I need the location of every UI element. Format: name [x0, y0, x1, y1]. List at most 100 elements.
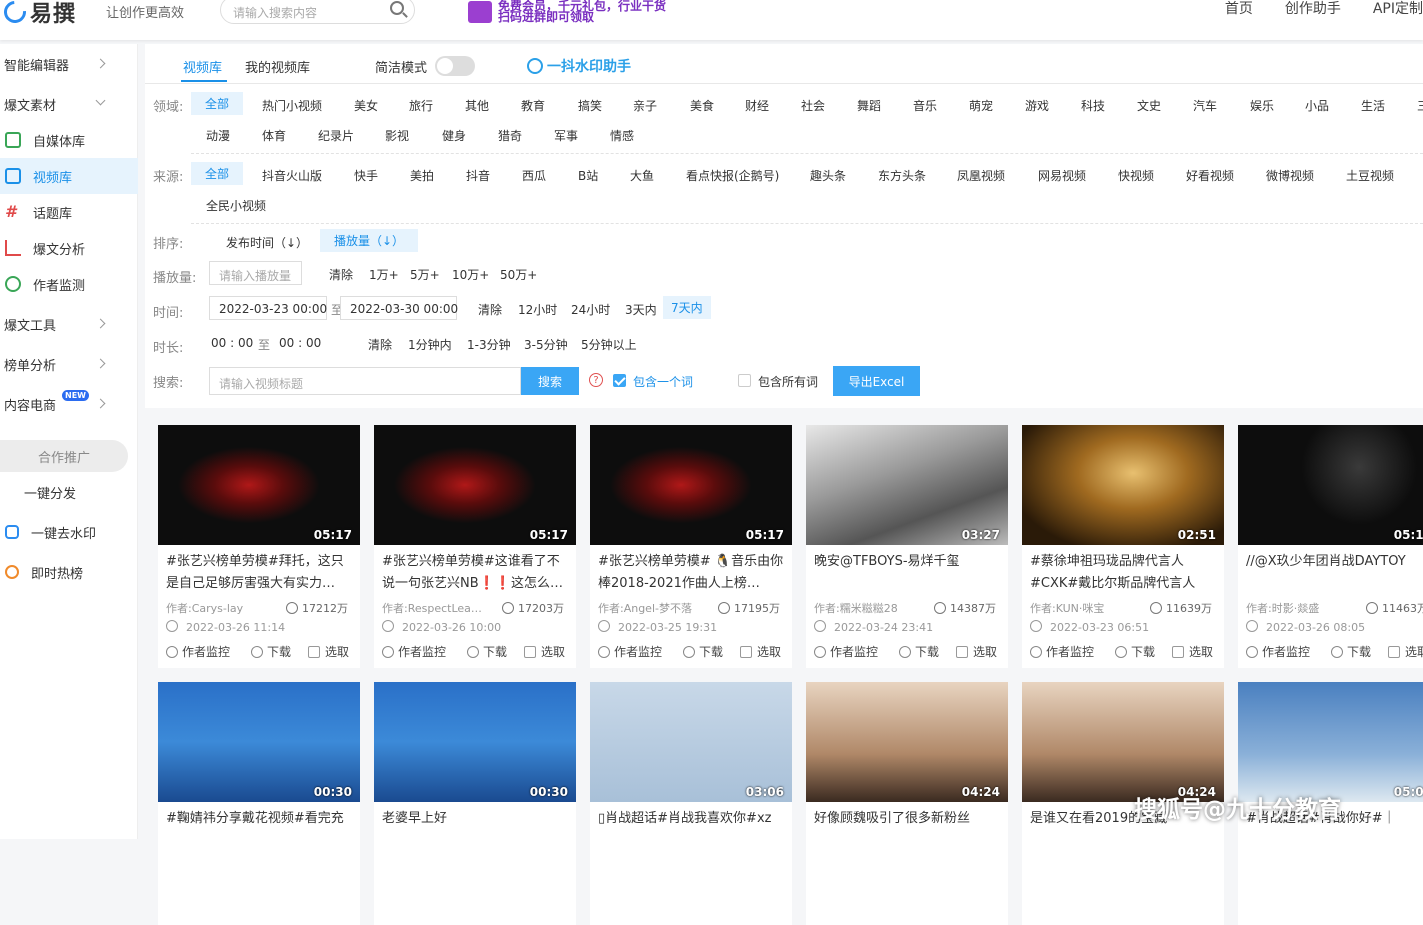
source-option[interactable]: 抖音 — [466, 167, 490, 184]
sidebar-item-topic-lib[interactable]: # 话题库 — [0, 194, 138, 230]
source-option[interactable]: B站 — [578, 167, 598, 184]
select-checkbox[interactable]: 选取 — [740, 643, 781, 660]
domain-option[interactable]: 亲子 — [633, 97, 657, 114]
video-thumbnail[interactable]: 04:24 — [1022, 682, 1224, 802]
domain-option[interactable]: 军事 — [554, 127, 578, 144]
sidebar-item-author-monitor[interactable]: 作者监测 — [0, 266, 138, 302]
video-title[interactable]: 晚安@TFBOYS-易烊千玺 — [814, 551, 1002, 595]
monitor-author-button[interactable]: 作者监控 — [1246, 643, 1310, 660]
source-option[interactable]: 土豆视频 — [1346, 167, 1394, 184]
domain-option[interactable]: 动漫 — [206, 127, 230, 144]
video-card[interactable]: 03:27 晚安@TFBOYS-易烊千玺 作者:糯米糍糍28 14387万 2022-0… — [806, 425, 1008, 668]
sidebar-item-content-ecommerce[interactable]: 内容电商 NEW — [0, 386, 138, 422]
domain-option[interactable]: 生活 — [1361, 97, 1385, 114]
include-one-checkbox[interactable] — [613, 374, 626, 387]
sidebar-item-hot-list[interactable]: 即时热榜 — [0, 554, 138, 590]
search-button[interactable]: 搜索 — [521, 367, 579, 395]
video-card[interactable]: 05:17 #张艺兴榜单劳模# 🐧音乐由你棒2018-2021作曲人上榜… 作者:A… — [590, 425, 792, 668]
domain-option[interactable]: 科技 — [1081, 97, 1105, 114]
video-thumbnail[interactable]: 05:01 — [1238, 682, 1423, 802]
sidebar-item-hot-tools[interactable]: 爆文工具 — [0, 306, 138, 342]
plays-clear[interactable]: 清除 — [329, 266, 353, 283]
source-option[interactable]: 大鱼 — [630, 167, 654, 184]
download-button[interactable]: 下载 — [1331, 643, 1371, 660]
domain-option[interactable]: 财经 — [745, 97, 769, 114]
source-option[interactable]: 网易视频 — [1038, 167, 1086, 184]
video-thumbnail[interactable]: 05:17 — [590, 425, 792, 545]
select-checkbox[interactable]: 选取 — [524, 643, 565, 660]
include-all-checkbox[interactable] — [738, 374, 751, 387]
time-end-input[interactable]: 2022-03-30 00:00 — [340, 296, 458, 320]
video-title[interactable]: #张艺兴榜单劳模#拜托，这只是自己足够厉害强大有实力… — [166, 551, 354, 595]
video-title[interactable]: //@X玖少年团肖战DAYTOY — [1246, 551, 1423, 595]
video-title[interactable]: #鞠婧祎分享戴花视频#看完充 — [166, 808, 354, 852]
video-card[interactable]: 05:17 //@X玖少年团肖战DAYTOY 作者:时影·燚盛 11463万 2022-… — [1238, 425, 1423, 668]
video-title[interactable]: ▯肖战超话#肖战我喜欢你#xz — [598, 808, 786, 852]
domain-option[interactable]: 三 — [1417, 97, 1423, 114]
sidebar-item-smart-editor[interactable]: 智能编辑器 — [0, 46, 138, 82]
domain-option[interactable]: 情感 — [610, 127, 634, 144]
nav-api-custom[interactable]: API定制 — [1373, 0, 1423, 18]
download-button[interactable]: 下载 — [467, 643, 507, 660]
sort-by-plays[interactable]: 播放量（↓） — [320, 229, 419, 252]
plays-10k[interactable]: 1万+ — [369, 266, 399, 283]
sidebar-item-hot-material[interactable]: 爆文素材 — [0, 86, 138, 122]
sidebar-item-media-lib[interactable]: 自媒体库 — [0, 122, 138, 158]
domain-option[interactable]: 音乐 — [913, 97, 937, 114]
sort-by-time[interactable]: 发布时间（↓） — [226, 234, 308, 251]
video-thumbnail[interactable]: 05:17 — [374, 425, 576, 545]
domain-option[interactable]: 美女 — [354, 97, 378, 114]
duration-1-3min[interactable]: 1-3分钟 — [467, 336, 511, 353]
plays-input[interactable]: 请输入播放量 — [209, 261, 302, 285]
plays-500k[interactable]: 50万+ — [500, 266, 537, 283]
video-thumbnail[interactable]: 03:27 — [806, 425, 1008, 545]
source-option[interactable]: 快手 — [354, 167, 378, 184]
domain-option[interactable]: 纪录片 — [318, 127, 354, 144]
sidebar-item-one-click-publish[interactable]: 一键分发 — [0, 474, 138, 510]
domain-option[interactable]: 搞笑 — [578, 97, 602, 114]
simple-mode-toggle[interactable] — [435, 56, 475, 76]
time-7d[interactable]: 7天内 — [663, 296, 711, 319]
video-card[interactable]: 00:30 #鞠婧祎分享戴花视频#看完充 — [158, 682, 360, 925]
duration-3-5min[interactable]: 3-5分钟 — [524, 336, 568, 353]
tab-video-lib[interactable]: 视频库 — [183, 57, 222, 76]
search-icon[interactable] — [390, 1, 404, 15]
domain-option[interactable]: 社会 — [801, 97, 825, 114]
domain-option[interactable]: 全部 — [191, 92, 244, 115]
source-option[interactable]: 抖音火山版 — [262, 167, 322, 184]
domain-option[interactable]: 汽车 — [1193, 97, 1217, 114]
domain-option[interactable]: 美食 — [690, 97, 714, 114]
time-start-input[interactable]: 2022-03-23 00:00 — [209, 296, 327, 320]
source-option[interactable]: 西瓜 — [522, 167, 546, 184]
export-excel-button[interactable]: 导出Excel — [833, 366, 920, 396]
select-checkbox[interactable]: 选取 — [1388, 643, 1423, 660]
duration-5min-plus[interactable]: 5分钟以上 — [581, 336, 637, 353]
logo[interactable]: 易撰 — [0, 0, 76, 28]
select-checkbox[interactable]: 选取 — [1172, 643, 1213, 660]
source-option[interactable]: 微博视频 — [1266, 167, 1314, 184]
time-24h[interactable]: 24小时 — [571, 301, 610, 318]
source-option[interactable]: 全民小视频 — [206, 197, 266, 214]
source-option[interactable]: 快视频 — [1118, 167, 1154, 184]
time-clear[interactable]: 清除 — [478, 301, 502, 318]
domain-option[interactable]: 其他 — [465, 97, 489, 114]
domain-option[interactable]: 健身 — [442, 127, 466, 144]
source-option[interactable]: 东方头条 — [878, 167, 926, 184]
video-card[interactable]: 03:06 ▯肖战超话#肖战我喜欢你#xz — [590, 682, 792, 925]
time-3d[interactable]: 3天内 — [625, 301, 657, 318]
domain-option[interactable]: 旅行 — [409, 97, 433, 114]
monitor-author-button[interactable]: 作者监控 — [382, 643, 446, 660]
download-button[interactable]: 下载 — [683, 643, 723, 660]
download-button[interactable]: 下载 — [251, 643, 291, 660]
duration-1min[interactable]: 1分钟内 — [408, 336, 452, 353]
source-option[interactable]: 全部 — [191, 162, 244, 185]
select-checkbox[interactable]: 选取 — [308, 643, 349, 660]
plays-50k[interactable]: 5万+ — [410, 266, 440, 283]
domain-option[interactable]: 影视 — [385, 127, 409, 144]
top-search-input[interactable]: 请输入搜索内容 — [220, 0, 415, 24]
video-thumbnail[interactable]: 00:30 — [158, 682, 360, 802]
source-option[interactable]: 凤凰视频 — [957, 167, 1005, 184]
select-checkbox[interactable]: 选取 — [956, 643, 997, 660]
video-thumbnail[interactable]: 03:06 — [590, 682, 792, 802]
cooperation-button[interactable]: 合作推广 — [0, 440, 128, 472]
